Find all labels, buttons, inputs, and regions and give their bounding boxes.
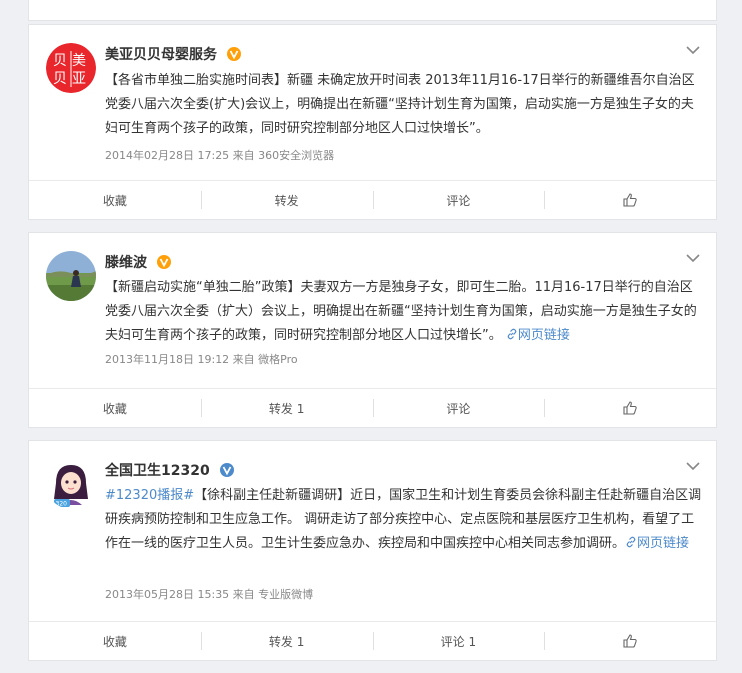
post-actions: 收藏 转发 1 评论 bbox=[29, 388, 716, 427]
comment-button[interactable]: 评论 bbox=[372, 181, 545, 219]
post-meta[interactable]: 2013年05月28日 15:35 来自 专业版微博 bbox=[105, 586, 313, 602]
web-link-text[interactable]: 网页链接 bbox=[637, 536, 689, 551]
weibo-post-card: 320 全国卫生12320 #12320播报#【徐科副主任赴新疆调研】近日，国家… bbox=[28, 440, 717, 661]
svg-text:亚: 亚 bbox=[72, 71, 86, 87]
topic-hashtag-link[interactable]: #12320播报# bbox=[105, 488, 194, 503]
svg-text:320: 320 bbox=[56, 501, 68, 508]
post-meta[interactable]: 2013年11月18日 19:12 来自 微格Pro bbox=[105, 351, 298, 367]
comment-label: 评论 bbox=[446, 401, 471, 416]
link-icon bbox=[507, 328, 517, 340]
like-button[interactable] bbox=[544, 622, 716, 660]
web-link[interactable]: 网页链接 bbox=[625, 536, 689, 551]
post-content: 【新疆启动实施“单独二胎”政策】夫妻双方一方是独身子女，即可生二胎。11月16-… bbox=[105, 276, 705, 348]
web-link-text[interactable]: 网页链接 bbox=[518, 328, 570, 343]
svg-text:贝: 贝 bbox=[53, 53, 67, 69]
thumbs-up-icon bbox=[623, 401, 637, 415]
author-name[interactable]: 滕维波 bbox=[105, 252, 171, 272]
chevron-down-icon[interactable] bbox=[686, 253, 700, 263]
like-button[interactable] bbox=[544, 389, 716, 427]
chevron-down-icon[interactable] bbox=[686, 45, 700, 55]
verified-badge-icon bbox=[219, 463, 234, 477]
repost-button[interactable]: 转发 1 bbox=[200, 389, 373, 427]
svg-text:贝: 贝 bbox=[53, 71, 67, 87]
author-name-text[interactable]: 美亚贝贝母婴服务 bbox=[105, 47, 217, 63]
avatar[interactable]: 贝 美 贝 亚 bbox=[46, 43, 96, 93]
repost-button[interactable]: 转发 1 bbox=[200, 622, 373, 660]
post-actions: 收藏 转发 评论 bbox=[29, 180, 716, 219]
post-actions: 收藏 转发 1 评论 1 bbox=[29, 621, 716, 660]
comment-label: 评论 1 bbox=[440, 634, 477, 649]
web-link[interactable]: 网页链接 bbox=[506, 328, 570, 343]
like-button[interactable] bbox=[544, 181, 716, 219]
thumbs-up-icon bbox=[623, 634, 637, 648]
post-text: 【徐科副主任赴新疆调研】近日，国家卫生和计划生育委员会徐科副主任赴新疆自治区调研… bbox=[105, 488, 702, 551]
post-meta[interactable]: 2014年02月28日 17:25 来自 360安全浏览器 bbox=[105, 147, 334, 163]
previous-post-card bbox=[28, 0, 717, 21]
favorite-button[interactable]: 收藏 bbox=[29, 622, 201, 660]
avatar[interactable] bbox=[46, 251, 96, 301]
favorite-button[interactable]: 收藏 bbox=[29, 181, 201, 219]
repost-label: 转发 1 bbox=[268, 401, 305, 416]
author-name[interactable]: 全国卫生12320 bbox=[105, 460, 234, 480]
post-content: 【各省市单独二胎实施时间表】新疆 未确定放开时间表 2013年11月16-17日… bbox=[105, 69, 705, 141]
svg-text:美: 美 bbox=[72, 53, 86, 69]
comment-button[interactable]: 评论 bbox=[372, 389, 545, 427]
favorite-button[interactable]: 收藏 bbox=[29, 389, 201, 427]
repost-button[interactable]: 转发 bbox=[200, 181, 373, 219]
author-name-text[interactable]: 滕维波 bbox=[105, 255, 147, 271]
chevron-down-icon[interactable] bbox=[686, 461, 700, 471]
favorite-label: 收藏 bbox=[102, 634, 127, 649]
author-name[interactable]: 美亚贝贝母婴服务 bbox=[105, 44, 241, 64]
verified-badge-icon bbox=[156, 255, 171, 269]
post-content: #12320播报#【徐科副主任赴新疆调研】近日，国家卫生和计划生育委员会徐科副主… bbox=[105, 484, 705, 556]
repost-label: 转发 1 bbox=[268, 634, 305, 649]
link-icon bbox=[626, 536, 636, 548]
repost-label: 转发 bbox=[274, 193, 299, 208]
author-name-text[interactable]: 全国卫生12320 bbox=[105, 463, 210, 479]
verified-badge-icon bbox=[226, 47, 241, 61]
weibo-post-card: 贝 美 贝 亚 美亚贝贝母婴服务 【各省市单独二胎实施时间表】新疆 未确定放开时… bbox=[28, 24, 717, 220]
comment-button[interactable]: 评论 1 bbox=[372, 622, 545, 660]
comment-label: 评论 bbox=[446, 193, 471, 208]
favorite-label: 收藏 bbox=[102, 193, 127, 208]
scrollbar-track[interactable] bbox=[728, 0, 742, 673]
post-text: 【新疆启动实施“单独二胎”政策】夫妻双方一方是独身子女，即可生二胎。11月16-… bbox=[105, 280, 697, 343]
weibo-post-card: 滕维波 【新疆启动实施“单独二胎”政策】夫妻双方一方是独身子女，即可生二胎。11… bbox=[28, 232, 717, 428]
post-text: 【各省市单独二胎实施时间表】新疆 未确定放开时间表 2013年11月16-17日… bbox=[105, 73, 695, 136]
favorite-label: 收藏 bbox=[102, 401, 127, 416]
avatar[interactable]: 320 bbox=[46, 459, 96, 509]
thumbs-up-icon bbox=[623, 193, 637, 207]
